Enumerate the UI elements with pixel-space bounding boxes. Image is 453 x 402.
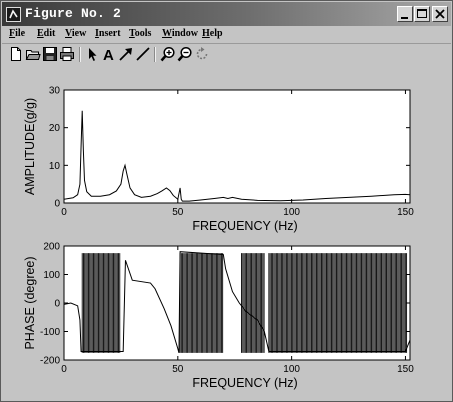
figure-window: Figure No. 2 File Edit View Insert Tools Wind… — [0, 0, 453, 402]
svg-text:A: A — [103, 47, 114, 62]
zoom-in-icon[interactable] — [160, 46, 176, 62]
phase-xtick-label: 0 — [61, 364, 67, 375]
phase-xtick-label: 50 — [172, 364, 184, 375]
close-icon — [435, 9, 445, 19]
amplitude-xtick-label: 50 — [172, 207, 184, 218]
amplitude-ytick-label: 0 — [54, 199, 60, 210]
plot-area: 0 50 100 150 0 10 20 30 FREQUENCY (Hz) AMPLITUDE(… — [23, 86, 414, 391]
phase-ytick-label: -200 — [40, 356, 60, 367]
amplitude-xtick-label: 150 — [397, 207, 414, 218]
menu-label: dit — [43, 28, 56, 39]
amplitude-xtick-label: 100 — [283, 207, 300, 218]
maximize-icon — [417, 9, 427, 18]
toolbar: A — [2, 43, 451, 66]
menu-mnemonic: E — [37, 28, 44, 39]
open-folder-icon[interactable] — [25, 46, 41, 62]
insert-text-icon[interactable]: A — [101, 46, 117, 64]
menu-bar: File Edit View Insert Tools Window Help — [2, 27, 451, 43]
phase-xlabel: FREQUENCY (Hz) — [192, 376, 297, 390]
matlab-icon — [6, 7, 21, 22]
phase-ytick-label: 0 — [54, 299, 60, 310]
menu-label: elp — [209, 28, 223, 39]
menu-label: ools — [134, 28, 152, 39]
minimize-icon — [401, 17, 408, 19]
phase-ylabel: PHASE (degree) — [23, 256, 37, 349]
print-icon[interactable] — [59, 46, 75, 62]
title-bar[interactable]: Figure No. 2 — [2, 2, 451, 26]
menu-label: iew — [71, 28, 87, 39]
menu-file[interactable]: File — [9, 28, 25, 39]
amplitude-xlabel: FREQUENCY (Hz) — [192, 219, 297, 233]
maximize-button[interactable] — [414, 6, 430, 22]
amplitude-axes-box — [63, 89, 411, 204]
amplitude-ylabel: AMPLITUDE(g/g) — [23, 98, 37, 195]
menu-help[interactable]: Help — [202, 28, 223, 39]
new-file-icon[interactable] — [8, 46, 24, 62]
phase-ytick-label: 200 — [43, 242, 60, 253]
figure-canvas: 0 50 100 150 0 10 20 30 FREQUENCY (Hz) AMPLITUDE(… — [2, 66, 451, 400]
menu-label: ile — [15, 28, 26, 39]
menu-mnemonic: V — [65, 28, 72, 39]
window-title: Figure No. 2 — [25, 6, 122, 21]
menu-window[interactable]: Window — [162, 28, 198, 39]
phase-ytick-label: -100 — [40, 327, 60, 338]
menu-view[interactable]: View — [65, 28, 86, 39]
insert-arrow-icon[interactable] — [118, 46, 134, 62]
amplitude-ytick-label: 30 — [49, 86, 61, 97]
menu-tools[interactable]: Tools — [129, 28, 151, 39]
menu-label: nsert — [98, 28, 121, 39]
amplitude-xtick-label: 0 — [61, 207, 67, 218]
toolbar-separator — [154, 47, 156, 62]
amplitude-ytick-label: 10 — [49, 161, 61, 172]
select-arrow-icon[interactable] — [84, 46, 100, 62]
phase-ytick-label: 100 — [43, 270, 60, 281]
amplitude-ytick-label: 20 — [49, 123, 61, 134]
phase-wrap-band — [241, 253, 265, 353]
menu-insert[interactable]: Insert — [95, 28, 121, 39]
menu-edit[interactable]: Edit — [37, 28, 55, 39]
insert-line-icon[interactable] — [135, 46, 151, 62]
phase-xtick-label: 150 — [397, 364, 414, 375]
phase-xtick-label: 100 — [283, 364, 300, 375]
menu-mnemonic: H — [202, 28, 210, 39]
save-icon[interactable] — [42, 46, 58, 62]
menu-mnemonic: W — [162, 28, 172, 39]
minimize-button[interactable] — [397, 6, 413, 22]
phase-wrap-band — [179, 253, 224, 353]
zoom-out-icon[interactable] — [177, 46, 193, 62]
rotate-icon[interactable] — [194, 46, 210, 62]
toolbar-separator — [79, 47, 81, 62]
menu-label: indow — [171, 28, 198, 39]
close-button[interactable] — [432, 6, 448, 22]
